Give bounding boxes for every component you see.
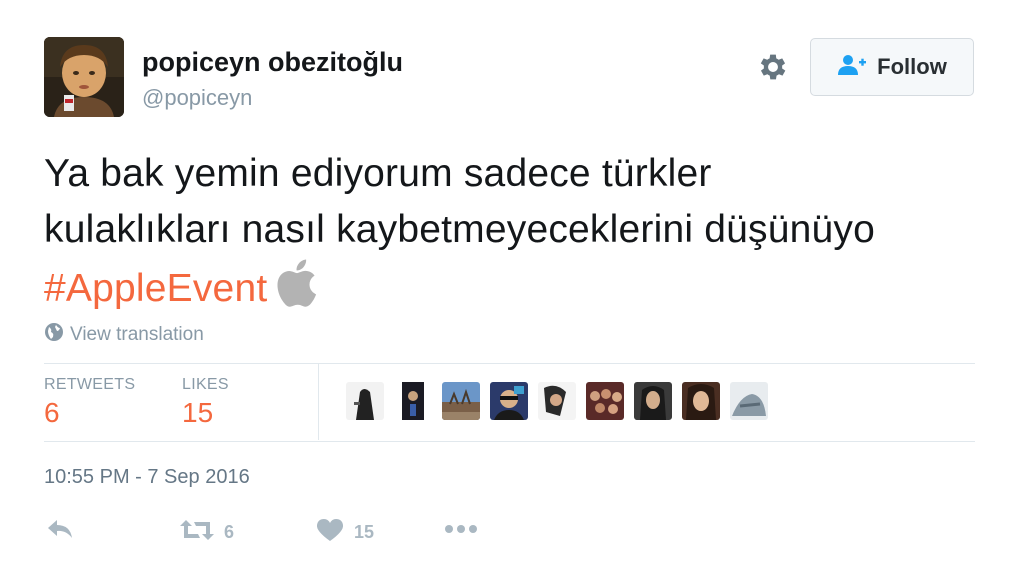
tweet-text-line-2: kulaklıkları nasıl kaybetmeyeceklerini d… [44, 208, 875, 251]
liker-avatar[interactable] [490, 382, 528, 420]
like-count: 15 [354, 522, 375, 542]
apple-logo [273, 258, 317, 324]
gear-icon[interactable] [756, 50, 790, 84]
follow-user-icon [837, 53, 867, 82]
liker-avatar[interactable] [730, 382, 768, 420]
likes-label: LIKES [182, 376, 229, 393]
liker-avatar[interactable] [586, 382, 624, 420]
divider-top [44, 363, 975, 364]
retweets-label: RETWEETS [44, 376, 136, 393]
tweet-text-line-3: #AppleEvent [44, 258, 984, 324]
view-translation-link[interactable]: View translation [44, 322, 204, 348]
tweet-text: Ya bak yemin ediyorum sadece türkler kul… [44, 146, 984, 324]
liker-avatar[interactable] [634, 382, 672, 420]
reply-icon [46, 518, 74, 545]
stats-divider [318, 364, 319, 440]
view-translation-label: View translation [70, 324, 204, 345]
retweet-icon [180, 518, 214, 547]
liker-avatars [346, 382, 768, 420]
hashtag-link[interactable]: #AppleEvent [44, 267, 267, 310]
globe-icon [44, 322, 64, 348]
liker-avatar[interactable] [442, 382, 480, 420]
likes-count[interactable]: 15 [182, 397, 213, 429]
user-avatar[interactable] [44, 37, 124, 117]
liker-avatar[interactable] [346, 382, 384, 420]
retweet-count: 6 [224, 522, 235, 542]
divider-bottom [44, 441, 975, 442]
retweet-button[interactable]: 6 [180, 518, 234, 547]
liker-avatar[interactable] [682, 382, 720, 420]
avatar-image [44, 37, 124, 117]
liker-avatar[interactable] [538, 382, 576, 420]
tweet-text-line-1: Ya bak yemin ediyorum sadece türkler [44, 152, 712, 195]
follow-button-label: Follow [877, 54, 947, 79]
like-button[interactable]: 15 [316, 518, 374, 547]
heart-icon [316, 518, 344, 547]
follow-button[interactable]: Follow [810, 38, 974, 96]
user-handle[interactable]: @popiceyn [142, 85, 252, 111]
user-display-name[interactable]: popiceyn obezitoğlu [142, 47, 403, 78]
reply-button[interactable] [46, 518, 74, 545]
retweets-count[interactable]: 6 [44, 397, 60, 429]
liker-avatar[interactable] [394, 382, 432, 420]
more-icon [444, 522, 478, 540]
tweet-timestamp[interactable]: 10:55 PM - 7 Sep 2016 [44, 466, 250, 489]
more-button[interactable] [444, 522, 478, 540]
